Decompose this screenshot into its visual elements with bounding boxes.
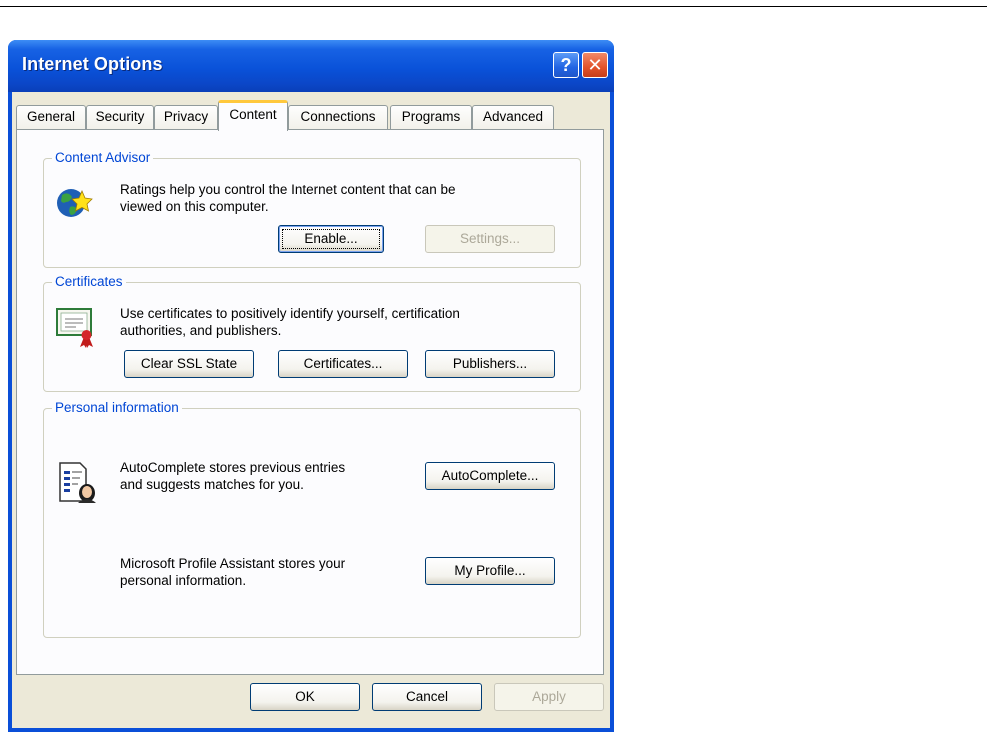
help-button[interactable]: ? — [553, 52, 579, 78]
globe-star-icon — [57, 189, 93, 217]
tab-programs[interactable]: Programs — [390, 105, 472, 129]
profile-document-icon — [59, 462, 96, 503]
apply-button[interactable]: Apply — [494, 683, 604, 711]
personal-information-legend: Personal information — [52, 399, 182, 417]
publishers-button[interactable]: Publishers... — [425, 350, 555, 378]
profile-assistant-description: Microsoft Profile Assistant stores your … — [120, 556, 346, 588]
content-advisor-legend: Content Advisor — [52, 149, 154, 167]
close-button[interactable]: ✕ — [582, 52, 608, 78]
top-divider — [0, 6, 987, 7]
tab-general[interactable]: General — [16, 105, 86, 129]
tab-security[interactable]: Security — [86, 105, 154, 129]
internet-options-window: Internet Options ? ✕ General Security Pr… — [8, 40, 614, 732]
personal-information-group: Personal information AutoComplete stores… — [43, 399, 581, 638]
certificate-icon — [56, 308, 93, 348]
dialog-client-area: General Security Privacy Content Connect… — [12, 92, 610, 728]
content-advisor-description: Ratings help you control the Internet co… — [120, 182, 456, 214]
autocomplete-button[interactable]: AutoComplete... — [425, 462, 555, 490]
autocomplete-description: AutoComplete stores previous entries and… — [120, 460, 346, 492]
clear-ssl-state-button[interactable]: Clear SSL State — [124, 350, 254, 378]
certificates-group: Certificates Use certificates to positiv… — [43, 273, 581, 392]
my-profile-button[interactable]: My Profile... — [425, 557, 555, 585]
title-bar[interactable]: Internet Options ? ✕ — [8, 40, 614, 92]
certificates-button[interactable]: Certificates... — [278, 350, 408, 378]
enable-button[interactable]: Enable... — [278, 225, 384, 253]
cancel-button[interactable]: Cancel — [372, 683, 482, 711]
tab-advanced[interactable]: Advanced — [472, 105, 554, 129]
settings-button[interactable]: Settings... — [425, 225, 555, 253]
certificates-legend: Certificates — [52, 273, 126, 291]
window-title: Internet Options — [22, 54, 163, 74]
content-advisor-group: Content Advisor Ratings help you control… — [43, 149, 581, 268]
content-tab-panel: Content Advisor Ratings help you control… — [16, 129, 604, 675]
tab-connections[interactable]: Connections — [288, 105, 388, 129]
certificates-description: Use certificates to positively identify … — [120, 306, 460, 338]
tab-privacy[interactable]: Privacy — [154, 105, 218, 129]
tab-content[interactable]: Content — [218, 100, 288, 131]
ok-button[interactable]: OK — [250, 683, 360, 711]
